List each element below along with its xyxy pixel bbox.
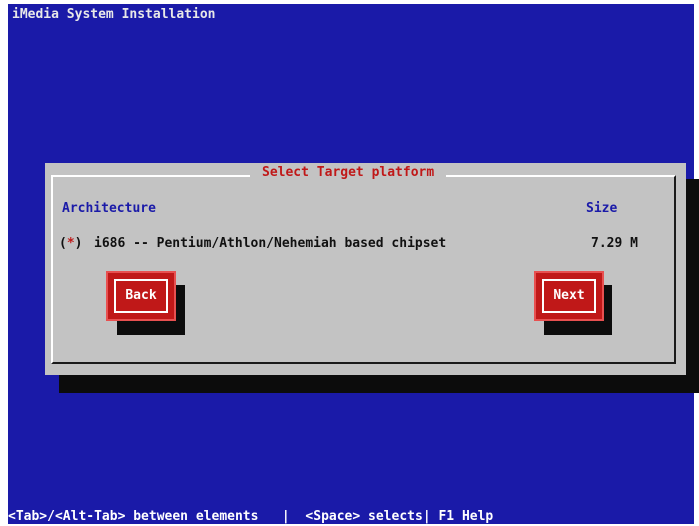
back-button-label: Back <box>114 279 168 313</box>
platform-option-size: 7.29 M <box>591 236 638 251</box>
platform-option-label[interactable]: i686 -- Pentium/Athlon/Nehemiah based ch… <box>94 236 446 251</box>
column-header-architecture: Architecture <box>62 201 156 216</box>
dialog-title: Select Target platform <box>250 165 447 180</box>
status-bar: <Tab>/<Alt-Tab> between elements | <Spac… <box>8 509 494 524</box>
back-button[interactable]: Back <box>106 271 176 321</box>
next-button[interactable]: Next <box>534 271 604 321</box>
radio-selected-marker: * <box>66 236 75 251</box>
column-header-size: Size <box>586 201 618 216</box>
installer-screen: iMedia System Installation Select Target… <box>8 4 699 524</box>
next-button-label: Next <box>542 279 596 313</box>
select-platform-dialog: Select Target platform Architecture Size… <box>45 163 686 375</box>
platform-radio-i686[interactable]: (*) <box>59 236 82 251</box>
window-title: iMedia System Installation <box>12 7 216 22</box>
